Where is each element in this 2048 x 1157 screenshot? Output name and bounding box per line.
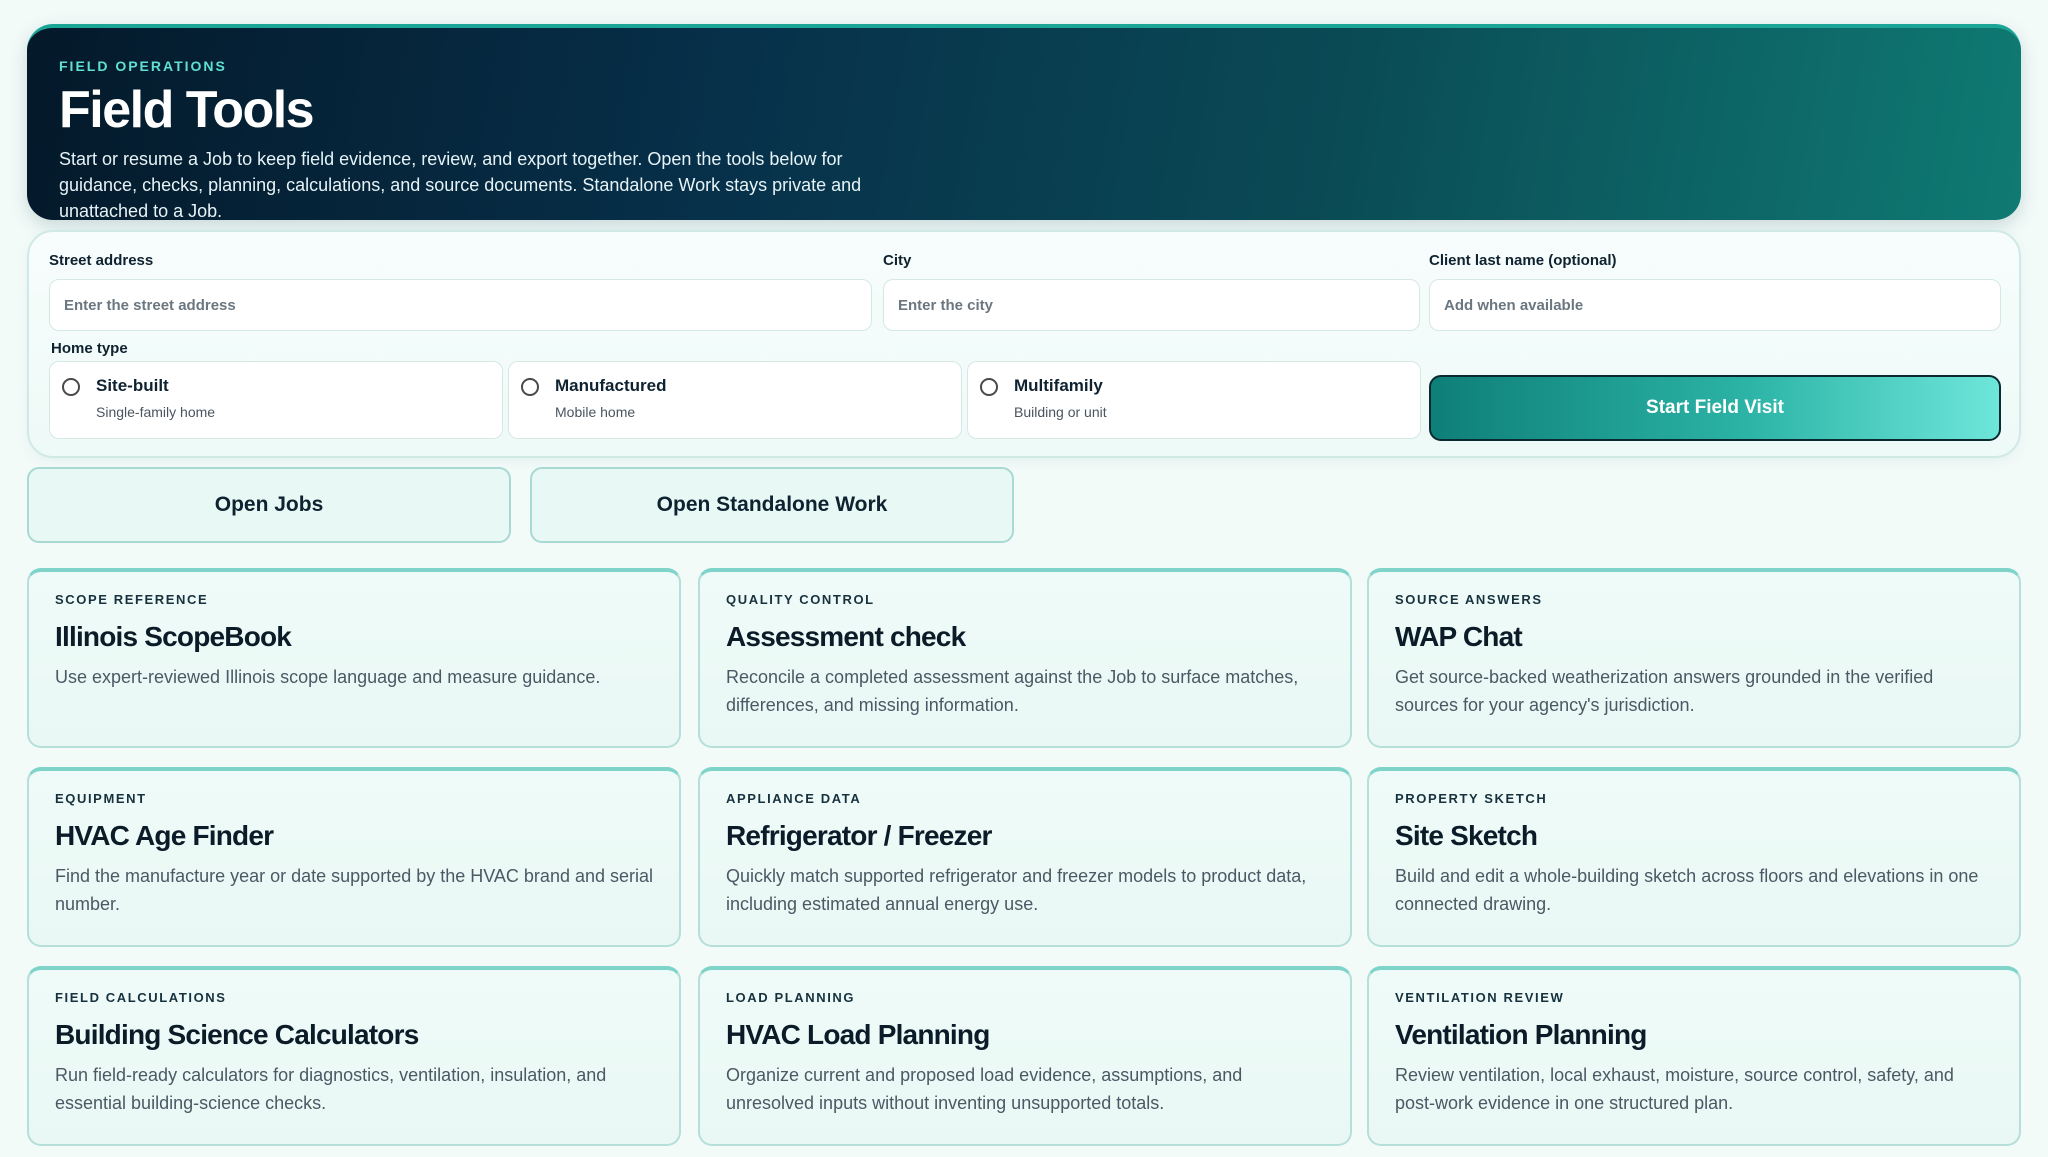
- tool-description: Build and edit a whole-building sketch a…: [1395, 866, 1979, 914]
- tool-title: Site Sketch: [1395, 820, 1538, 851]
- tool-eyebrow: LOAD PLANNING: [726, 990, 856, 1005]
- page-title: Field Tools: [59, 81, 315, 139]
- city-label: City: [883, 252, 912, 269]
- tool-description: Reconcile a completed assessment against…: [726, 667, 1299, 715]
- tool-card-building-science-calculators[interactable]: FIELD CALCULATIONS Building Science Calc…: [27, 966, 681, 1146]
- tool-card-assessment-check[interactable]: QUALITY CONTROL Assessment check Reconci…: [698, 568, 1352, 748]
- start-visit-form: Street address City Client last name (op…: [27, 230, 2021, 458]
- tool-description: Get source-backed weatherization answers…: [1395, 667, 1934, 715]
- home-type-subtitle: Building or unit: [1014, 404, 1107, 420]
- tool-eyebrow: SCOPE REFERENCE: [55, 592, 209, 607]
- tool-eyebrow: SOURCE ANSWERS: [1395, 592, 1543, 607]
- city-input[interactable]: [883, 279, 1420, 331]
- tool-card-hvac-age-finder[interactable]: EQUIPMENT HVAC Age Finder Find the manuf…: [27, 767, 681, 947]
- tool-title: Assessment check: [726, 621, 966, 652]
- tool-description: Review ventilation, local exhaust, moist…: [1395, 1065, 1954, 1113]
- tool-description: Use expert-reviewed Illinois scope langu…: [55, 667, 601, 687]
- tool-card-site-sketch[interactable]: PROPERTY SKETCH Site Sketch Build and ed…: [1367, 767, 2021, 947]
- tool-description: Quickly match supported refrigerator and…: [726, 866, 1307, 914]
- tool-title: HVAC Age Finder: [55, 820, 274, 851]
- client-last-name-input[interactable]: [1429, 279, 2001, 331]
- client-last-name-label: Client last name (optional): [1429, 252, 1617, 269]
- home-type-option-manufactured[interactable]: Manufactured Mobile home: [508, 361, 962, 439]
- open-standalone-work-button[interactable]: Open Standalone Work: [530, 467, 1014, 543]
- tool-card-refrigerator-freezer[interactable]: APPLIANCE DATA Refrigerator / Freezer Qu…: [698, 767, 1352, 947]
- tool-eyebrow: VENTILATION REVIEW: [1395, 990, 1565, 1005]
- home-type-title: Site-built: [96, 376, 169, 395]
- open-buttons-row: Open Jobs Open Standalone Work: [27, 467, 2021, 545]
- home-type-subtitle: Mobile home: [555, 404, 636, 420]
- tool-title: Building Science Calculators: [55, 1019, 419, 1050]
- tool-card-wap-chat[interactable]: SOURCE ANSWERS WAP Chat Get source-backe…: [1367, 568, 2021, 748]
- start-field-visit-button[interactable]: Start Field Visit: [1429, 375, 2001, 441]
- tool-eyebrow: PROPERTY SKETCH: [1395, 791, 1548, 806]
- tool-eyebrow: EQUIPMENT: [55, 791, 147, 806]
- tool-eyebrow: APPLIANCE DATA: [726, 791, 862, 806]
- tool-title: Refrigerator / Freezer: [726, 820, 992, 851]
- home-type-label: Home type: [51, 340, 128, 357]
- home-type-title: Multifamily: [1014, 376, 1103, 395]
- tool-title: Ventilation Planning: [1395, 1019, 1647, 1050]
- tool-card-illinois-scopebook[interactable]: SCOPE REFERENCE Illinois ScopeBook Use e…: [27, 568, 681, 748]
- tool-description: Find the manufacture year or date suppor…: [55, 866, 654, 914]
- client-last-name-group: Client last name (optional): [1429, 252, 2001, 331]
- radio-button[interactable]: [980, 378, 998, 396]
- tool-title: WAP Chat: [1395, 621, 1523, 652]
- home-type-title: Manufactured: [555, 376, 667, 395]
- tool-title: HVAC Load Planning: [726, 1019, 990, 1050]
- hero-description: Start or resume a Job to keep field evid…: [59, 149, 862, 221]
- city-group: City: [883, 252, 1420, 331]
- tool-card-ventilation-planning[interactable]: VENTILATION REVIEW Ventilation Planning …: [1367, 966, 2021, 1146]
- tool-description: Run field-ready calculators for diagnost…: [55, 1065, 607, 1113]
- hero-banner: FIELD OPERATIONS Field Tools Start or re…: [27, 24, 2021, 221]
- radio-button[interactable]: [521, 378, 539, 396]
- tool-eyebrow: QUALITY CONTROL: [726, 592, 875, 607]
- tool-description: Organize current and proposed load evide…: [726, 1065, 1243, 1113]
- open-jobs-button[interactable]: Open Jobs: [27, 467, 511, 543]
- street-address-label: Street address: [49, 252, 154, 269]
- radio-button[interactable]: [62, 378, 80, 396]
- tool-eyebrow: FIELD CALCULATIONS: [55, 990, 227, 1005]
- street-address-group: Street address: [49, 252, 872, 331]
- home-type-subtitle: Single-family home: [96, 404, 216, 420]
- home-type-option-multifamily[interactable]: Multifamily Building or unit: [967, 361, 1421, 439]
- hero-eyebrow: FIELD OPERATIONS: [59, 58, 227, 74]
- home-type-option-site-built[interactable]: Site-built Single-family home: [49, 361, 503, 439]
- street-address-input[interactable]: [49, 279, 872, 331]
- tool-title: Illinois ScopeBook: [55, 621, 292, 652]
- tool-card-hvac-load-planning[interactable]: LOAD PLANNING HVAC Load Planning Organiz…: [698, 966, 1352, 1146]
